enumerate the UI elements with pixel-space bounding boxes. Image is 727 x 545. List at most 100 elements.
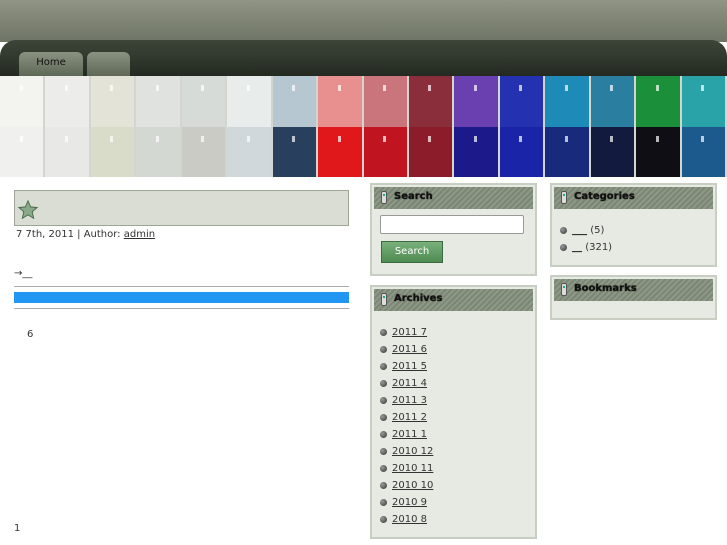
banner-row-top [0,76,727,127]
top-bar [0,0,727,42]
post-count: 6 [27,329,34,340]
color-swatch [590,76,637,127]
list-item: 2011 2 [380,409,433,426]
list-item: 2010 9 [380,494,433,511]
search-button[interactable]: Search [381,241,443,263]
color-swatch [363,126,409,177]
color-swatch [90,126,137,177]
categories-list: ___ (5) __ (321) [560,222,612,256]
color-swatch [590,126,637,177]
list-item: 2010 12 [380,443,433,460]
color-swatch [272,126,319,177]
color-swatch [408,126,455,177]
bookmarks-widget-title: Bookmarks [554,279,713,301]
color-swatch [681,126,727,177]
list-item: 2011 4 [380,375,433,392]
remote-icon [561,283,567,296]
tab-home[interactable]: Home [19,52,83,76]
color-swatch [681,76,727,127]
color-swatch [136,76,182,127]
archives-list: 2011 7 2011 6 2011 5 2011 4 2011 3 2011 2 2011… [380,324,433,528]
color-swatch [45,76,91,127]
color-swatch [636,76,682,127]
color-swatch [181,126,228,177]
color-swatch [272,76,319,127]
list-item: __ (321) [560,239,612,256]
categories-title-text: Categories [574,191,635,202]
list-item: 2010 8 [380,511,433,528]
category-count: (5) [590,225,605,236]
color-swatch [363,76,409,127]
color-swatch [227,76,273,127]
post-title-bar [14,190,349,226]
arrow-link[interactable]: →__ [14,268,32,279]
color-swatch [499,126,546,177]
header-banner [0,76,727,177]
archive-link[interactable]: 2010 9 [392,497,427,508]
post-date: 7 7th, 2011 | Author: [16,229,121,240]
category-count: (321) [585,242,613,253]
archive-link[interactable]: 2011 5 [392,361,427,372]
color-swatch [90,76,137,127]
color-swatch [454,126,500,177]
search-title-text: Search [394,191,433,202]
color-swatch [181,76,228,127]
archive-link[interactable]: 2011 3 [392,395,427,406]
archive-link[interactable]: 2011 6 [392,344,427,355]
author-link[interactable]: admin [124,229,155,240]
color-swatch [0,76,46,127]
archives-title-text: Archives [394,293,443,304]
divider-top [14,286,349,287]
list-item: 2011 7 [380,324,433,341]
color-swatch [545,76,591,127]
page-number[interactable]: 1 [14,523,20,534]
search-widget: Search Search [370,183,537,276]
category-link[interactable]: ___ [572,225,587,236]
highlight-bar [14,292,349,303]
color-swatch [499,76,546,127]
list-item: 2010 11 [380,460,433,477]
list-item: ___ (5) [560,222,612,239]
archive-link[interactable]: 2010 11 [392,463,433,474]
color-swatch [318,126,364,177]
archives-widget: Archives 2011 7 2011 6 2011 5 2011 4 2011 32… [370,285,537,539]
archive-link[interactable]: 2011 7 [392,327,427,338]
archives-widget-title: Archives [374,289,533,311]
color-swatch [408,76,455,127]
star-icon [17,199,39,220]
color-swatch [136,126,182,177]
archive-link[interactable]: 2011 1 [392,429,427,440]
remote-icon [561,191,567,204]
list-item: 2010 10 [380,477,433,494]
color-swatch [636,126,682,177]
archive-link[interactable]: 2010 12 [392,446,433,457]
category-link[interactable]: __ [572,242,582,253]
remote-icon [381,293,387,306]
list-item: 2011 3 [380,392,433,409]
categories-widget: Categories ___ (5) __ (321) [550,183,717,267]
archive-link[interactable]: 2011 2 [392,412,427,423]
categories-widget-title: Categories [554,187,713,209]
color-swatch [227,126,273,177]
color-swatch [545,126,591,177]
list-item: 2011 6 [380,341,433,358]
color-swatch [0,126,46,177]
tab-second[interactable] [87,52,130,76]
list-item: 2011 1 [380,426,433,443]
color-swatch [454,76,500,127]
remote-icon [381,191,387,204]
nav-bar: Home [0,40,727,76]
color-swatch [318,76,364,127]
bookmarks-widget: Bookmarks [550,275,717,320]
divider-bottom [14,308,349,309]
banner-row-bottom [0,126,727,177]
archive-link[interactable]: 2010 10 [392,480,433,491]
search-widget-title: Search [374,187,533,209]
post-meta: 7 7th, 2011 | Author: admin [16,229,155,240]
archive-link[interactable]: 2010 8 [392,514,427,525]
archive-link[interactable]: 2011 4 [392,378,427,389]
bookmarks-title-text: Bookmarks [574,283,637,294]
color-swatch [45,126,91,177]
search-input[interactable] [380,215,524,234]
list-item: 2011 5 [380,358,433,375]
